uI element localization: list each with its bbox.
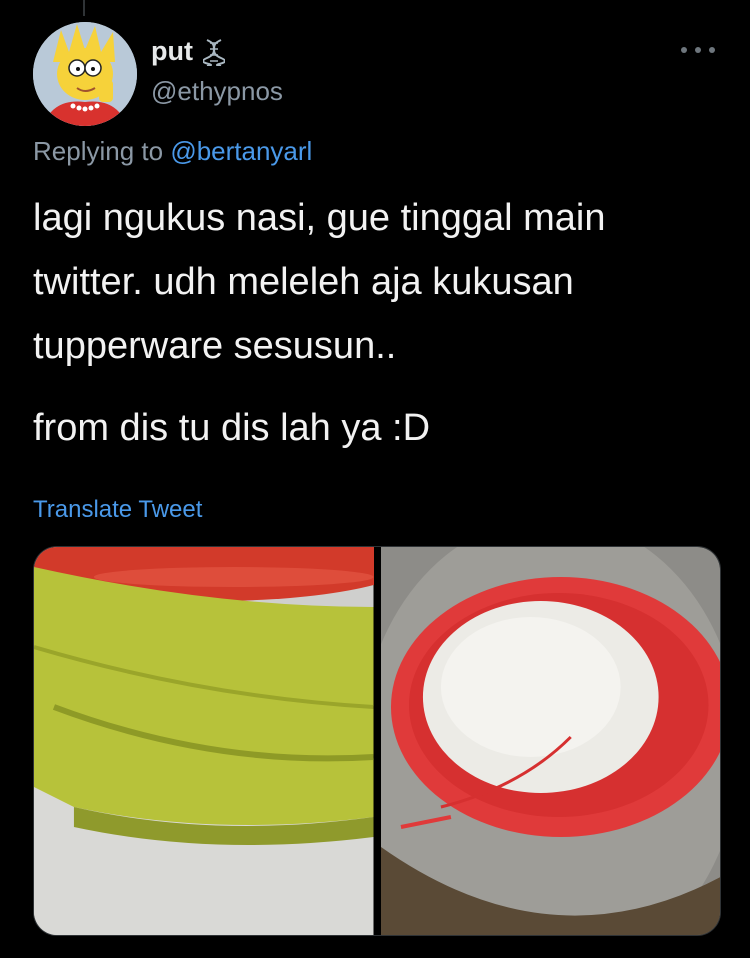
more-horizontal-icon[interactable] <box>681 40 715 60</box>
name-row: put <box>151 36 226 67</box>
media-photo-before[interactable] <box>34 547 374 935</box>
thread-connector-line <box>83 0 85 16</box>
display-name[interactable]: put <box>151 36 193 67</box>
tweet-text-line: from dis tu dis lah ya :D <box>33 407 431 449</box>
replying-mention-link[interactable]: @bertanyarl <box>170 136 312 166</box>
avatar[interactable] <box>33 22 137 126</box>
tweet-text-line: twitter. udh meleleh aja kukusan <box>33 261 574 303</box>
translate-tweet-link[interactable]: Translate Tweet <box>33 496 202 524</box>
tweet-text-line: tupperware sesusun.. <box>33 325 397 367</box>
user-handle[interactable]: @ethypnos <box>151 76 283 107</box>
replying-prefix: Replying to <box>33 136 164 166</box>
media-grid <box>33 546 721 936</box>
tweet-text: lagi ngukus nasi, gue tinggal main twitt… <box>33 186 723 460</box>
replying-to: Replying to @bertanyarl <box>33 136 312 167</box>
tweet-text-line: lagi ngukus nasi, gue tinggal main <box>33 197 606 239</box>
tweet-header: put @ethypnos <box>33 22 723 126</box>
media-photo-after[interactable] <box>380 547 720 935</box>
dna-icon <box>202 38 226 67</box>
